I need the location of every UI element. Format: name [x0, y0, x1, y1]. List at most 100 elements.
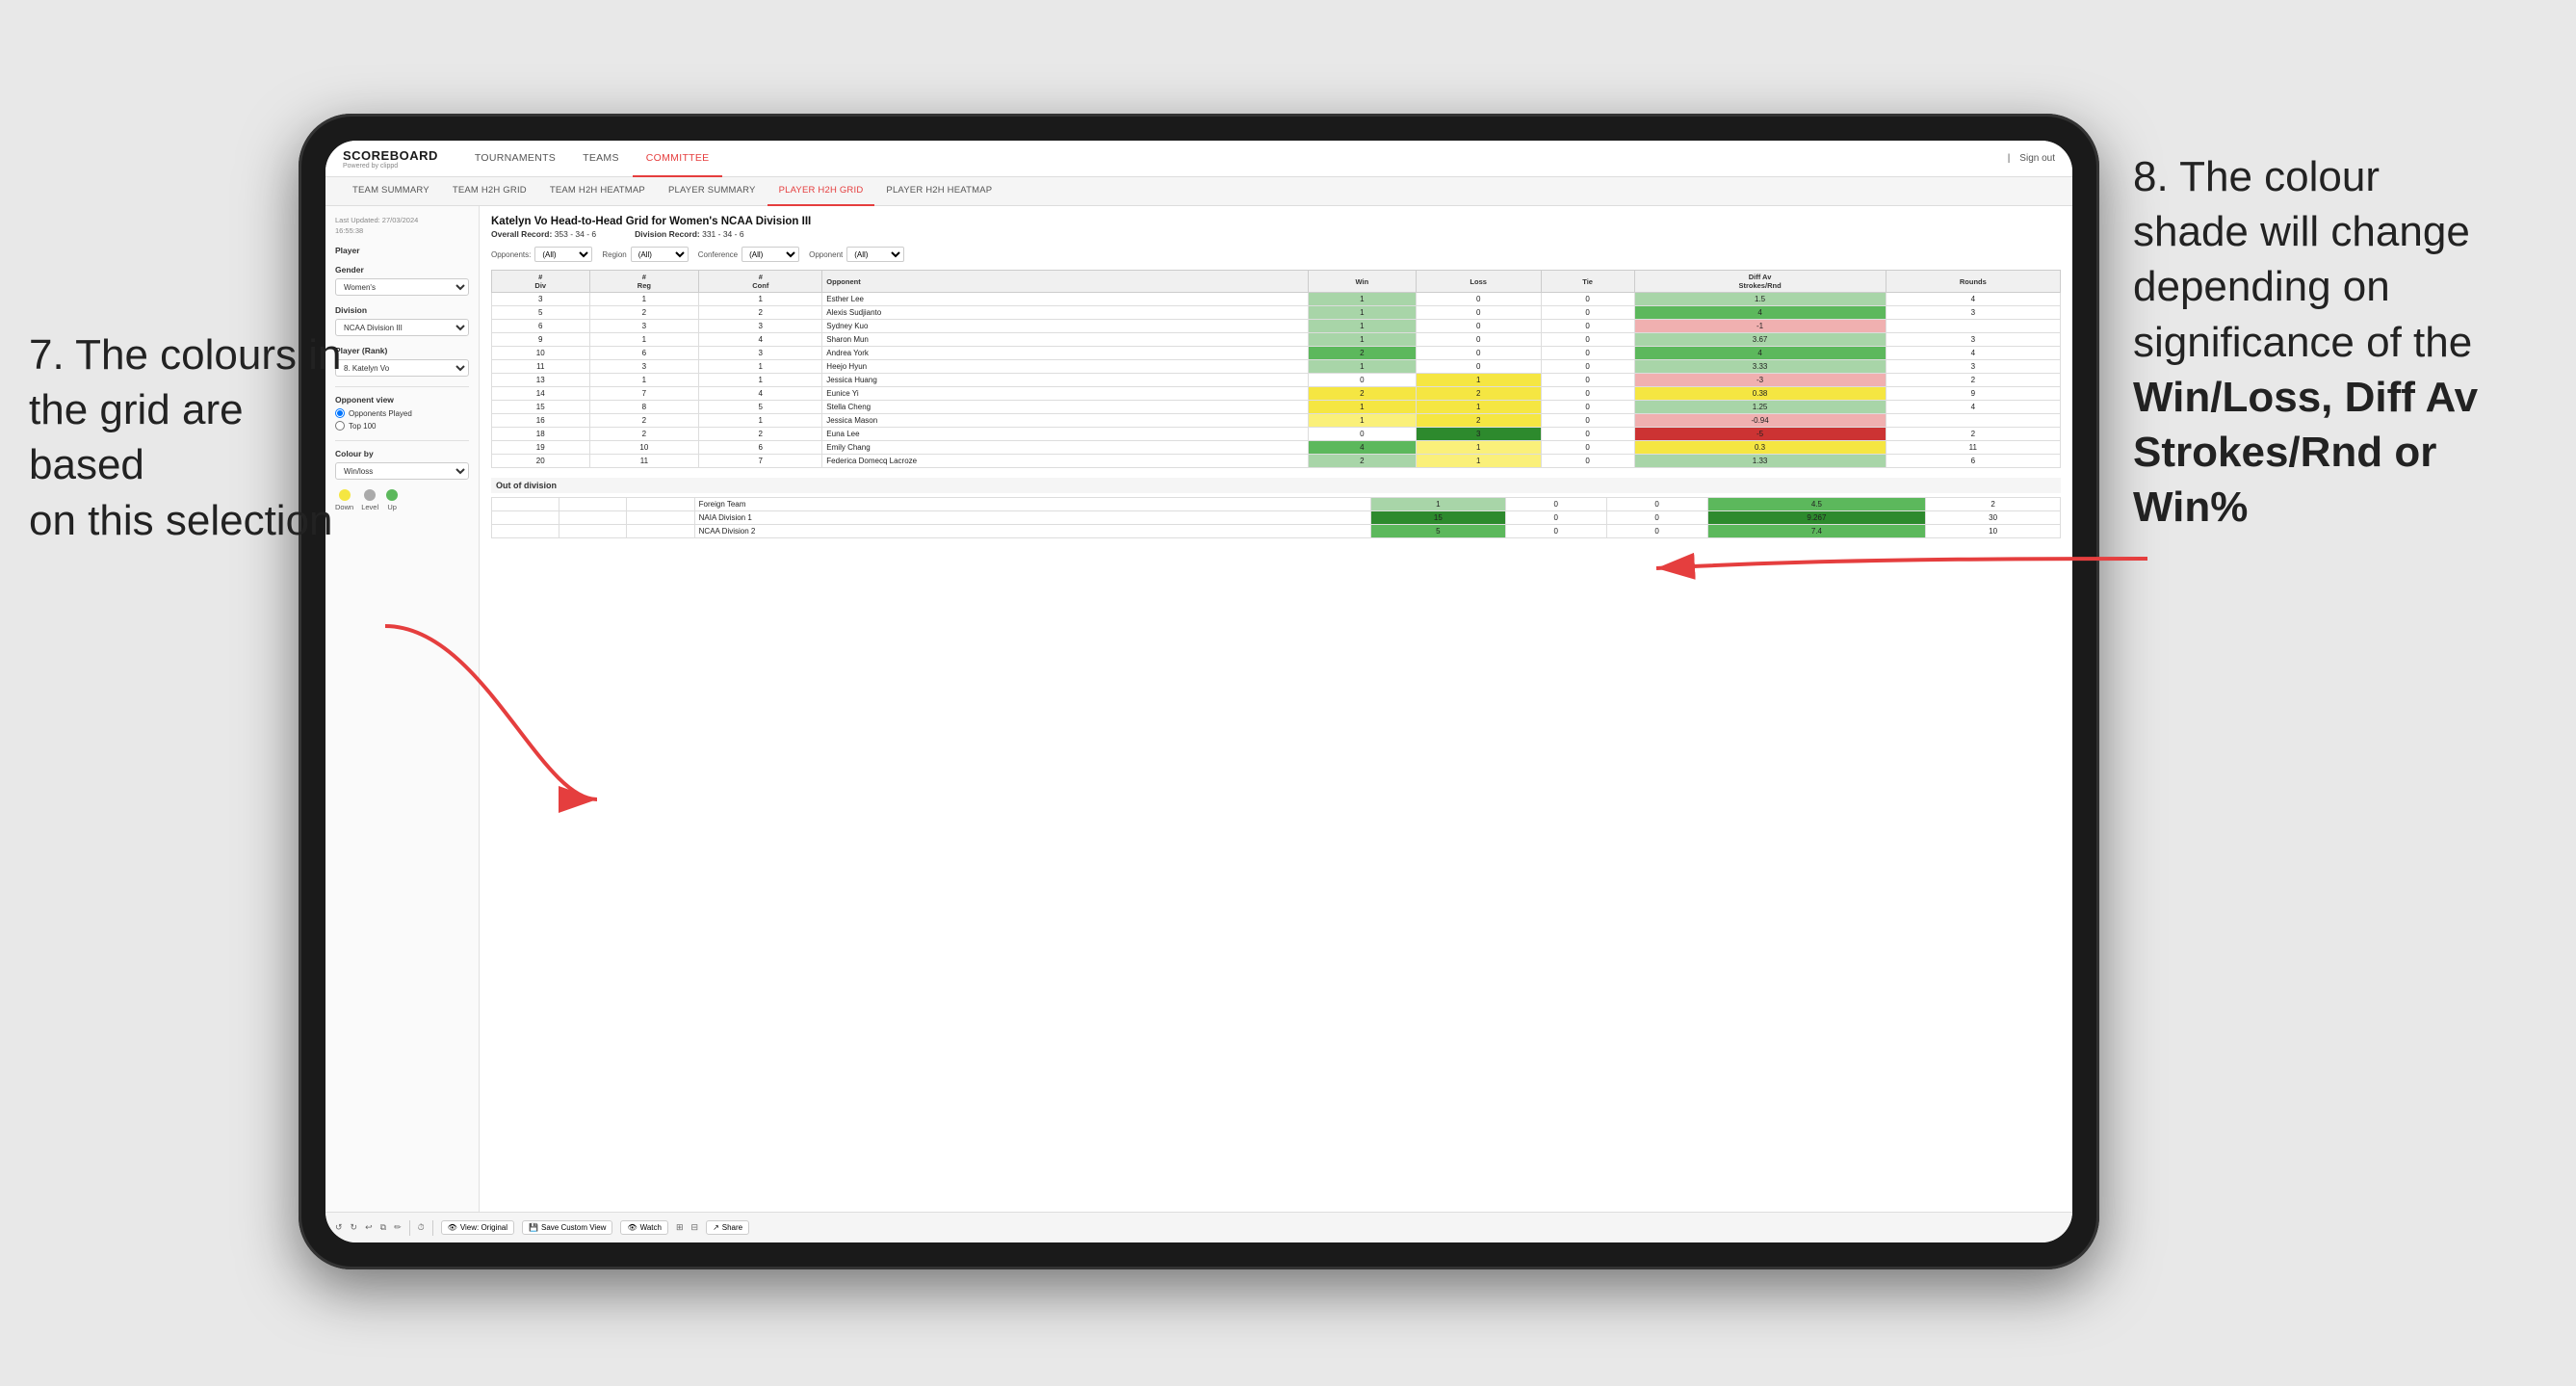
filter-opponents: Opponents: (All) [491, 247, 592, 262]
cell-loss: 0 [1505, 525, 1606, 538]
cell-win: 5 [1370, 525, 1505, 538]
sub-nav-player-summary[interactable]: PLAYER SUMMARY [657, 177, 768, 206]
watch-icon: 👁 [627, 1223, 637, 1232]
nav-items: TOURNAMENTS TEAMS COMMITTEE [461, 141, 2008, 177]
cell-loss: 1 [1416, 401, 1541, 414]
cell-reg: 2 [589, 428, 699, 441]
sign-out-link[interactable]: Sign out [2019, 153, 2055, 164]
legend-up: Up [386, 489, 398, 511]
sidebar-player-label: Player [335, 246, 469, 255]
cell-diff: -1 [1634, 320, 1886, 333]
filter-opponents-select[interactable]: (All) [534, 247, 592, 262]
edit-icon[interactable]: ✏ [394, 1222, 402, 1233]
filter-row: Opponents: (All) Region (All) Conference… [491, 247, 2061, 262]
clock-icon[interactable]: ⏱ [418, 1222, 425, 1233]
logo: SCOREBOARD Powered by clippd [343, 147, 438, 170]
cell-reg: 1 [589, 374, 699, 387]
cell-div: 11 [492, 360, 590, 374]
filter-region-select[interactable]: (All) [631, 247, 689, 262]
cell-conf: 1 [699, 414, 822, 428]
cell-conf: 3 [699, 347, 822, 360]
cell-win: 1 [1309, 414, 1416, 428]
cell-loss: 1 [1416, 441, 1541, 455]
sub-nav-player-h2h-grid[interactable]: PLAYER H2H GRID [768, 177, 875, 206]
legend-level-dot [364, 489, 376, 501]
cell-rounds: 4 [1886, 293, 2060, 306]
sidebar-division-label: Division [335, 305, 469, 315]
bottom-toolbar: ↺ ↻ ↩ ⧉ ✏ ⏱ 👁 View: Original 💾 Save Cust… [325, 1212, 2072, 1242]
logo-text: SCOREBOARD [343, 148, 438, 163]
col-tie: Tie [1541, 271, 1634, 293]
sub-nav-player-h2h-heatmap[interactable]: PLAYER H2H HEATMAP [874, 177, 1003, 206]
annotation-left: 7. The colours in the grid are based on … [29, 327, 356, 548]
cell-tie: 0 [1606, 498, 1707, 511]
cell-conf: 7 [699, 455, 822, 468]
cell-reg: 10 [589, 441, 699, 455]
sub-nav: TEAM SUMMARY TEAM H2H GRID TEAM H2H HEAT… [325, 177, 2072, 206]
cell-win: 1 [1309, 333, 1416, 347]
cell-reg: 6 [589, 347, 699, 360]
sub-nav-team-h2h-grid[interactable]: TEAM H2H GRID [441, 177, 538, 206]
share-btn[interactable]: ↗ Share [706, 1220, 749, 1235]
cell-opponent: Sharon Mun [822, 333, 1309, 347]
sub-nav-team-h2h-heatmap[interactable]: TEAM H2H HEATMAP [538, 177, 657, 206]
cell-tie: 0 [1541, 455, 1634, 468]
filter-conference-select[interactable]: (All) [742, 247, 799, 262]
cell-reg: 7 [589, 387, 699, 401]
out-of-division-header: Out of division [491, 478, 2061, 493]
overall-record: Overall Record: 353 - 34 - 6 [491, 229, 596, 239]
cell-diff: -5 [1634, 428, 1886, 441]
cell-rounds: 2 [1886, 428, 2060, 441]
cell-win: 2 [1309, 387, 1416, 401]
watch-btn[interactable]: 👁 Watch [620, 1220, 668, 1235]
cell-empty2 [559, 511, 627, 525]
cell-diff: 0.38 [1634, 387, 1886, 401]
save-custom-view-btn[interactable]: 💾 Save Custom View [522, 1220, 612, 1235]
table-row: 1621Jessica Mason120-0.94 [492, 414, 2061, 428]
cell-tie: 0 [1541, 374, 1634, 387]
grid-icon[interactable]: ⊟ [691, 1222, 699, 1233]
cell-tie: 0 [1541, 401, 1634, 414]
cell-opponent: Federica Domecq Lacroze [822, 455, 1309, 468]
sidebar-gender-select[interactable]: Women's [335, 278, 469, 296]
nav-item-teams[interactable]: TEAMS [569, 141, 633, 177]
redo-icon[interactable]: ↻ [351, 1222, 358, 1233]
cell-empty1 [492, 525, 559, 538]
tablet-frame: SCOREBOARD Powered by clippd TOURNAMENTS… [299, 114, 2099, 1269]
cell-tie: 0 [1541, 360, 1634, 374]
view-icon: 👁 [448, 1223, 457, 1232]
cell-div: 5 [492, 306, 590, 320]
filter-opponent-select[interactable]: (All) [846, 247, 904, 262]
legend-level: Level [361, 489, 378, 511]
table-row: 1131Heejo Hyun1003.333 [492, 360, 2061, 374]
sidebar-gender-section: Gender Women's [335, 265, 469, 296]
undo-icon[interactable]: ↺ [335, 1222, 343, 1233]
cell-diff: 1.5 [1634, 293, 1886, 306]
cell-reg: 1 [589, 293, 699, 306]
nav-item-committee[interactable]: COMMITTEE [633, 141, 723, 177]
logo-sub: Powered by clippd [343, 163, 438, 170]
separator-icon: | [2008, 153, 2011, 164]
share-icon: ↗ [713, 1223, 719, 1232]
ood-table-row: Foreign Team1004.52 [492, 498, 2061, 511]
undo2-icon[interactable]: ↩ [365, 1222, 373, 1233]
copy-icon[interactable]: ⧉ [380, 1222, 386, 1233]
cell-reg: 8 [589, 401, 699, 414]
filter-opponents-label: Opponents: [491, 250, 531, 259]
view-original-btn[interactable]: 👁 View: Original [441, 1220, 514, 1235]
cell-loss: 0 [1416, 320, 1541, 333]
sidebar-player-section: Player [335, 246, 469, 255]
cell-diff: -0.94 [1634, 414, 1886, 428]
cell-loss: 0 [1416, 293, 1541, 306]
layout-icon[interactable]: ⊞ [676, 1222, 684, 1233]
cell-win: 2 [1309, 347, 1416, 360]
cell-opponent: Heejo Hyun [822, 360, 1309, 374]
cell-win: 1 [1309, 360, 1416, 374]
cell-diff: 4 [1634, 306, 1886, 320]
sub-nav-team-summary[interactable]: TEAM SUMMARY [341, 177, 441, 206]
division-record: Division Record: 331 - 34 - 6 [635, 229, 743, 239]
cell-loss: 0 [1416, 360, 1541, 374]
nav-item-tournaments[interactable]: TOURNAMENTS [461, 141, 569, 177]
cell-div: 20 [492, 455, 590, 468]
cell-conf: 6 [699, 441, 822, 455]
